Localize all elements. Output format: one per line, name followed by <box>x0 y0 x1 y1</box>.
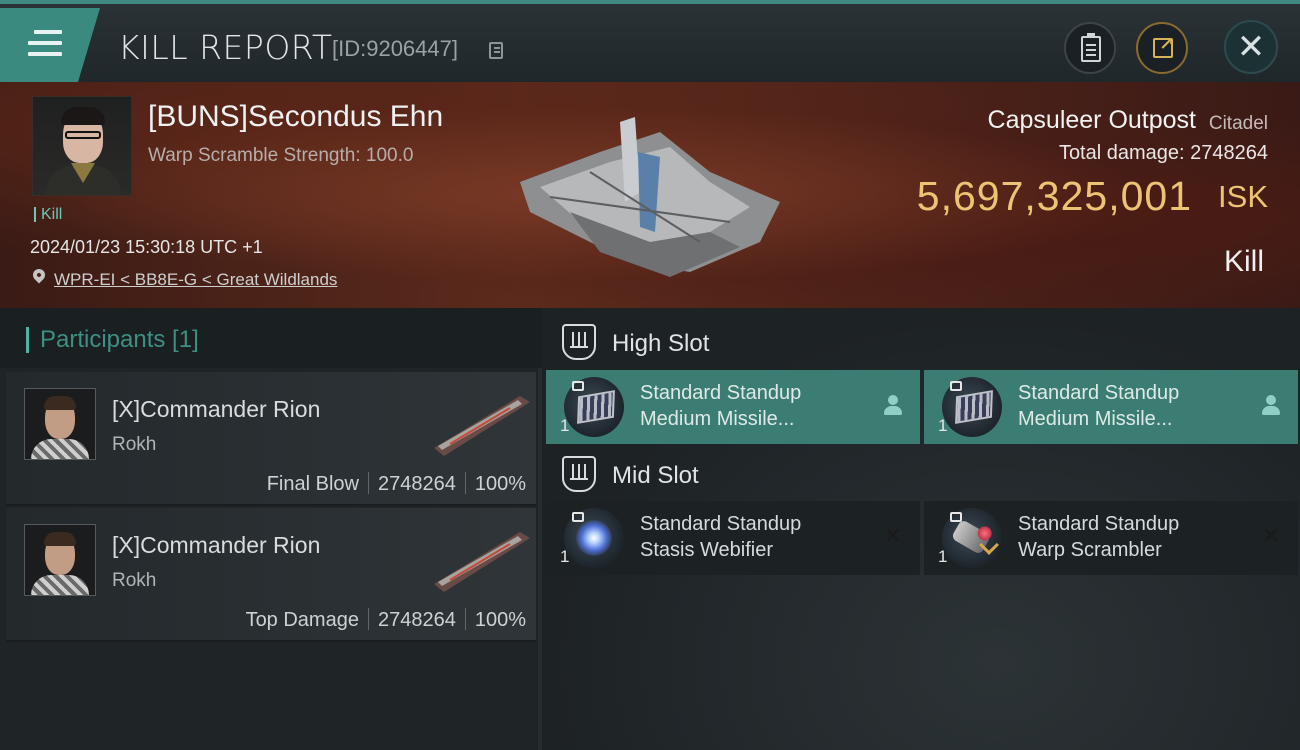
report-button[interactable] <box>1064 22 1116 74</box>
total-damage: Total damage: 2748264 <box>1058 142 1268 164</box>
mid-slot-icon <box>562 456 596 492</box>
module-quantity: 1 <box>560 416 570 435</box>
kill-tag: Kill <box>34 207 62 223</box>
clipboard-icon <box>1081 33 1101 62</box>
participant-stats: Top Damage 2748264 100% <box>246 608 526 632</box>
isk-unit: ISK <box>1218 179 1268 214</box>
victim-portrait[interactable] <box>32 96 132 196</box>
module-name-2: Medium Missile... <box>640 408 795 430</box>
weapon-image <box>434 396 530 456</box>
kill-datetime: 2024/01/23 15:30:18 UTC +1 <box>30 237 263 257</box>
participant-damage: 2748264 <box>377 609 456 631</box>
module-name: Standard Standup <box>640 382 802 404</box>
high-slot-icon <box>562 324 596 360</box>
participants-header[interactable]: Participants [1] <box>0 308 542 368</box>
participant-role: Final Blow <box>266 473 359 495</box>
participant-name: [X]Commander Rion <box>112 396 321 422</box>
warp-scramble-strength: Warp Scramble Strength: 100.0 <box>148 145 414 166</box>
module-item[interactable]: 1 Standard Standup Stasis Webifier ✕ <box>546 501 920 575</box>
participant-percent: 100% <box>474 609 526 631</box>
participant-role: Top Damage <box>245 609 359 631</box>
page-title: KILL REPORT <box>118 28 333 67</box>
module-name: Standard Standup <box>640 513 802 535</box>
share-button[interactable] <box>1136 22 1188 74</box>
person-icon <box>882 394 904 416</box>
module-name: Standard Standup <box>1018 382 1180 404</box>
module-name-2: Warp Scrambler <box>1018 539 1162 561</box>
location-link[interactable]: WPR-EI < BB8E-G < Great Wildlands <box>54 270 337 290</box>
module-item[interactable]: 1 Standard Standup Warp Scrambler ✕ <box>924 501 1298 575</box>
menu-button[interactable] <box>0 8 100 82</box>
close-button[interactable]: ✕ <box>1224 20 1278 74</box>
person-icon <box>1260 394 1282 416</box>
copy-icon[interactable] <box>489 42 503 59</box>
module-name-2: Stasis Webifier <box>640 539 774 561</box>
close-icon: ✕ <box>1236 28 1266 66</box>
result-label: Kill <box>1223 245 1264 278</box>
participant-name: [X]Commander Rion <box>112 532 321 558</box>
missile-launcher-icon <box>564 377 624 437</box>
participant-portrait[interactable] <box>24 524 96 596</box>
mid-slot-header: Mid Slot <box>542 446 1300 504</box>
participant-ship: Rokh <box>112 434 157 455</box>
module-name-2: Medium Missile... <box>1018 408 1173 430</box>
target-type: Citadel <box>1208 113 1268 134</box>
participant-ship: Rokh <box>112 570 157 591</box>
participant-portrait[interactable] <box>24 388 96 460</box>
participant-row[interactable]: [X]Commander Rion Rokh Top Damage 2748264… <box>6 508 536 642</box>
share-icon <box>1153 34 1174 58</box>
participants-panel: Participants [1] [X]Commander Rion Rokh … <box>0 308 542 750</box>
structure-image <box>520 117 780 277</box>
target-name: Capsuleer Outpost <box>987 106 1196 134</box>
isk-value: 5,697,325,001 <box>916 173 1192 219</box>
close-icon: ✕ <box>1261 523 1281 548</box>
module-quantity: 1 <box>938 416 948 435</box>
header-bar: KILL REPORT [ID:9206447] ✕ <box>0 0 1300 82</box>
high-slot-header: High Slot <box>542 314 1300 372</box>
victim-name[interactable]: [BUNS]Secondus Ehn <box>148 100 443 134</box>
module-item[interactable]: 1 Standard Standup Medium Missile... <box>924 370 1298 444</box>
stasis-webifier-icon <box>564 508 624 568</box>
hamburger-icon <box>28 30 62 63</box>
module-item[interactable]: 1 Standard Standup Medium Missile... <box>546 370 920 444</box>
participant-percent: 100% <box>474 473 526 495</box>
weapon-image <box>434 532 530 592</box>
fitting-panel: High Slot 1 Standard Standup Medium Miss… <box>542 308 1300 750</box>
high-slot-label: High Slot <box>612 330 710 357</box>
warp-scrambler-icon <box>942 508 1002 568</box>
module-quantity: 1 <box>938 547 948 566</box>
victim-summary: [BUNS]Secondus Ehn Warp Scramble Strengt… <box>0 82 1300 308</box>
module-quantity: 1 <box>560 547 570 566</box>
missile-launcher-icon <box>942 377 1002 437</box>
participant-row[interactable]: [X]Commander Rion Rokh Final Blow 2748264… <box>6 372 536 506</box>
location-pin-icon <box>30 266 48 284</box>
module-name: Standard Standup <box>1018 513 1180 535</box>
participant-stats: Final Blow 2748264 100% <box>267 472 526 496</box>
kill-id: [ID:9206447] <box>332 36 458 61</box>
mid-slot-label: Mid Slot <box>612 462 699 489</box>
close-icon: ✕ <box>883 523 903 548</box>
participants-title: Participants [1] <box>40 326 199 353</box>
participant-damage: 2748264 <box>377 473 456 495</box>
